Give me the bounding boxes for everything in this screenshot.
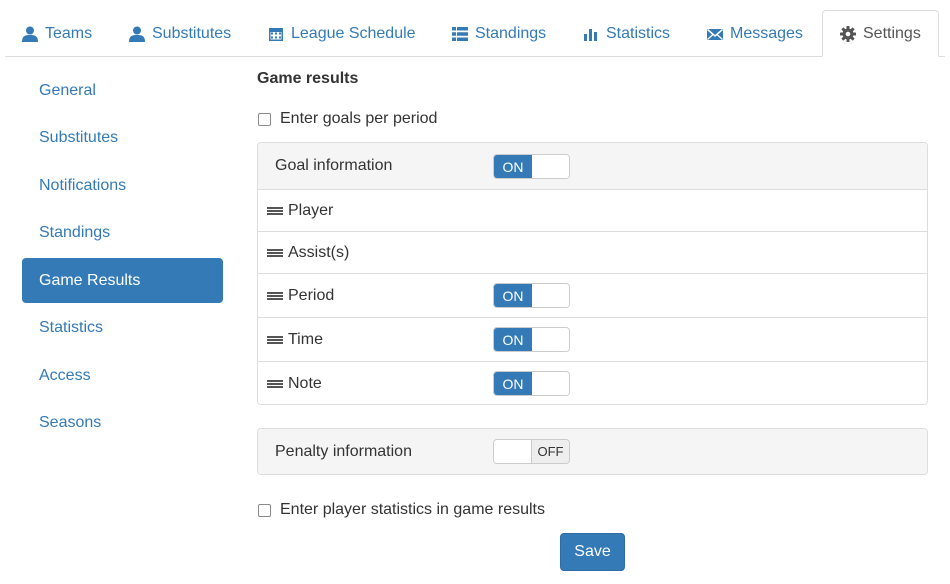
sidebar-item-substitutes[interactable]: Substitutes [22,115,223,160]
tab-label: Standings [475,24,547,42]
goal-field-row-period: Period ON [258,273,927,317]
toggle-knob [532,328,569,351]
toggle-knob [494,440,532,463]
tab-label: League Schedule [291,24,416,42]
tab-label: Statistics [606,24,671,42]
user-icon [129,26,145,42]
tab-league-schedule[interactable]: League Schedule [268,10,416,57]
bar-chart-icon [584,28,597,41]
sidebar-item-general[interactable]: General [22,68,223,113]
tab-label: Messages [730,24,803,42]
goals-per-period-label: Enter goals per period [280,110,438,127]
tab-teams[interactable]: Teams [22,10,92,57]
player-stats-checkbox[interactable] [258,503,271,517]
toggle-on-label: ON [494,372,532,395]
goal-information-panel: Goal information ON Player Assist(s) Per… [257,142,928,405]
tab-label: Teams [45,24,93,42]
gear-icon [840,25,856,42]
goal-field-label: Period [288,286,335,304]
player-stats-option[interactable]: Enter player statistics in game results [258,501,545,519]
goal-field-row-assists: Assist(s) [258,231,927,273]
goal-field-row-time: Time ON [258,317,927,361]
sidebar-item-access[interactable]: Access [22,353,223,398]
toggle-on-label: ON [494,155,532,178]
calendar-icon [269,27,283,41]
drag-handle-icon[interactable] [267,335,283,344]
goals-per-period-checkbox[interactable] [258,112,271,126]
goal-field-label: Note [288,374,322,392]
sidebar-item-label: Game Results [39,271,141,289]
penalty-information-panel: Penalty information OFF [257,428,928,475]
goals-per-period-option[interactable]: Enter goals per period [258,110,437,128]
page-title: Game results [257,70,359,87]
penalty-information-header: Penalty information OFF [258,429,927,474]
drag-handle-icon[interactable] [267,206,283,215]
period-toggle[interactable]: ON [493,283,570,308]
tab-substitutes[interactable]: Substitutes [129,10,231,57]
goal-information-toggle[interactable]: ON [493,154,570,179]
sidebar-item-standings[interactable]: Standings [22,210,223,255]
sidebar-item-seasons[interactable]: Seasons [22,400,223,445]
toggle-off-label: OFF [532,440,569,463]
time-toggle[interactable]: ON [493,327,570,352]
toggle-knob [532,372,569,395]
drag-handle-icon[interactable] [267,248,283,257]
tabs-divider [5,56,945,57]
goal-field-row-player: Player [258,189,927,231]
sidebar-item-statistics[interactable]: Statistics [22,305,223,350]
sidebar-item-game-results[interactable]: Game Results [22,258,223,303]
player-stats-label: Enter player statistics in game results [280,501,545,518]
sidebar-item-label: Standings [39,223,111,241]
sidebar-item-label: Seasons [39,413,102,431]
sidebar-item-label: Notifications [39,176,127,194]
toggle-knob [532,155,569,178]
drag-handle-icon[interactable] [267,379,283,388]
goal-field-row-note: Note ON [258,361,927,405]
top-tabs: Teams Substitutes League Schedule Standi… [0,0,950,57]
toggle-knob [532,284,569,307]
tab-settings[interactable]: Settings [822,10,939,57]
tab-label: Settings [863,24,921,42]
user-icon [22,26,38,42]
drag-handle-icon[interactable] [267,291,283,300]
goal-information-header: Goal information ON [258,143,927,189]
tab-messages[interactable]: Messages [707,10,803,57]
tab-statistics[interactable]: Statistics [583,10,670,57]
save-button[interactable]: Save [560,533,625,571]
sidebar-item-label: Statistics [39,318,104,336]
goal-field-label: Player [288,201,334,219]
goal-information-title: Goal information [275,157,393,174]
sidebar-item-label: Access [39,366,91,384]
toggle-on-label: ON [494,328,532,351]
penalty-information-title: Penalty information [275,442,412,460]
note-toggle[interactable]: ON [493,371,570,396]
goal-field-label: Assist(s) [288,243,350,261]
toggle-on-label: ON [494,284,532,307]
tab-standings[interactable]: Standings [452,10,546,57]
sidebar-item-notifications[interactable]: Notifications [22,163,223,208]
goal-field-label: Time [288,330,323,348]
tab-label: Substitutes [152,24,232,42]
penalty-information-toggle[interactable]: OFF [493,439,570,464]
sidebar-item-label: Substitutes [39,128,119,146]
envelope-icon [707,28,723,40]
sidebar-item-label: General [39,81,96,99]
list-icon [452,26,468,41]
